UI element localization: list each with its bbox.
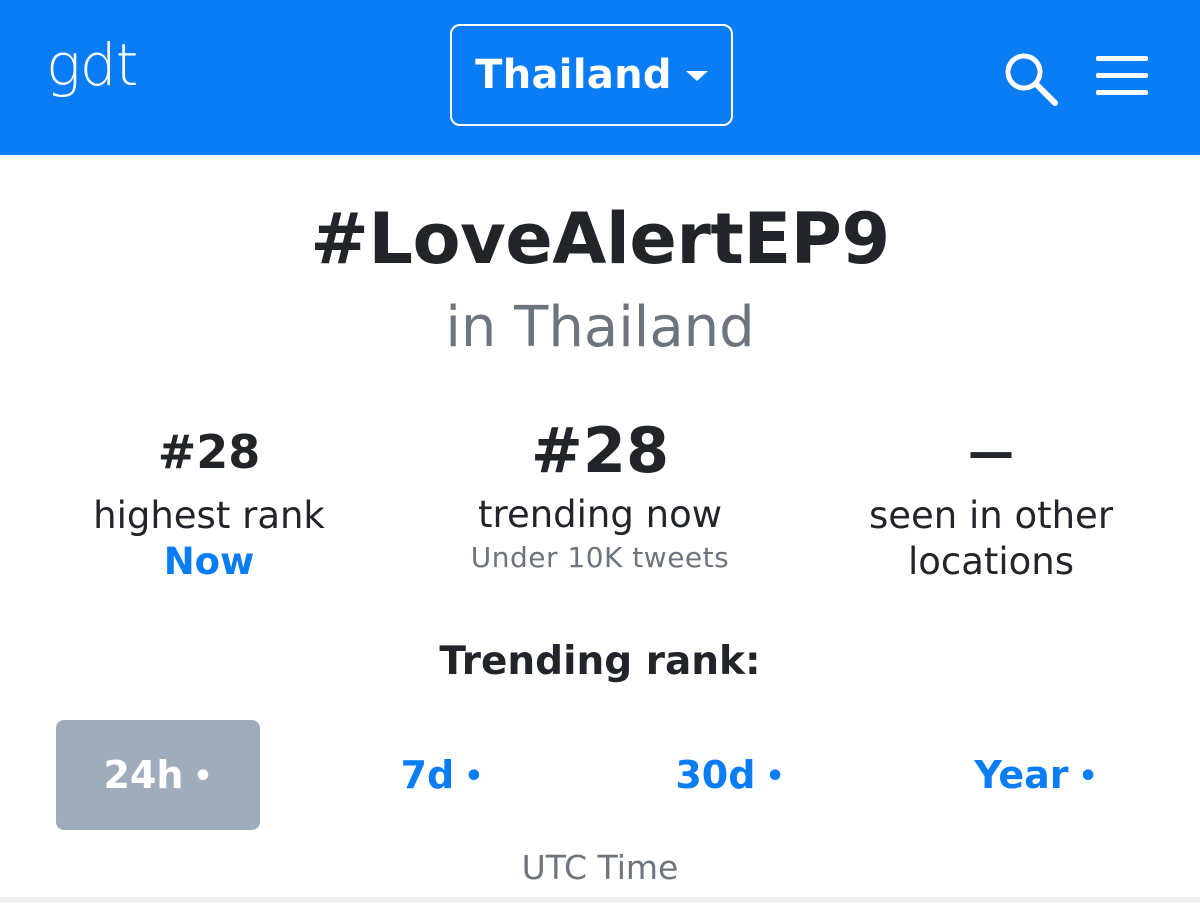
tab-year[interactable]: Year • <box>934 720 1138 830</box>
country-dropdown[interactable]: Thailand <box>450 24 733 126</box>
highest-rank-stat: #28 highest rank Now <box>29 420 389 585</box>
other-locations-label-line1: seen in other <box>868 494 1114 537</box>
search-icon <box>1005 53 1058 106</box>
highest-rank-value: #28 <box>157 425 261 479</box>
menu-button[interactable] <box>1096 56 1150 96</box>
tab-7d[interactable]: 7d • <box>340 720 544 830</box>
utc-time-axis-label: UTC Time <box>521 848 679 887</box>
other-locations-value: — <box>968 425 1014 479</box>
country-dropdown-label: Thailand <box>475 52 672 98</box>
tab-dot: • <box>765 758 785 794</box>
trending-now-value: #28 <box>530 414 670 487</box>
hashtag-location: in Thailand <box>445 295 755 360</box>
chart-grid-top <box>0 897 1200 903</box>
caret-down-icon <box>685 71 708 81</box>
tab-dot: • <box>464 758 484 794</box>
hamburger-menu-icon <box>1096 56 1148 61</box>
tweet-volume: Under 10K tweets <box>470 541 730 574</box>
hamburger-menu-icon <box>1096 90 1148 95</box>
tab-dot: • <box>193 758 213 794</box>
tab-dot: • <box>1078 758 1098 794</box>
top-navbar: gdt Thailand <box>0 0 1200 155</box>
trending-now-stat: #28 trending now Under 10K tweets <box>420 420 780 578</box>
hashtag-title: #LoveAlertEP9 <box>310 198 890 280</box>
other-locations-stat: — seen in other locations <box>811 420 1171 585</box>
trending-now-label: trending now <box>478 493 722 536</box>
tab-24h-label: 24h <box>103 753 184 797</box>
tab-30d-label: 30d <box>675 753 756 797</box>
site-logo[interactable]: gdt <box>46 36 138 94</box>
other-locations-label-line2: locations <box>907 540 1075 583</box>
hamburger-menu-icon <box>1096 73 1148 78</box>
tab-7d-label: 7d <box>400 753 455 797</box>
highest-rank-time-link[interactable]: Now <box>29 539 389 585</box>
trending-rank-heading: Trending rank: <box>439 639 761 684</box>
tab-30d[interactable]: 30d • <box>628 720 832 830</box>
tab-year-label: Year <box>974 753 1069 797</box>
highest-rank-label: highest rank <box>93 494 325 537</box>
search-button[interactable] <box>1002 50 1062 110</box>
tab-24h[interactable]: 24h • <box>56 720 260 830</box>
